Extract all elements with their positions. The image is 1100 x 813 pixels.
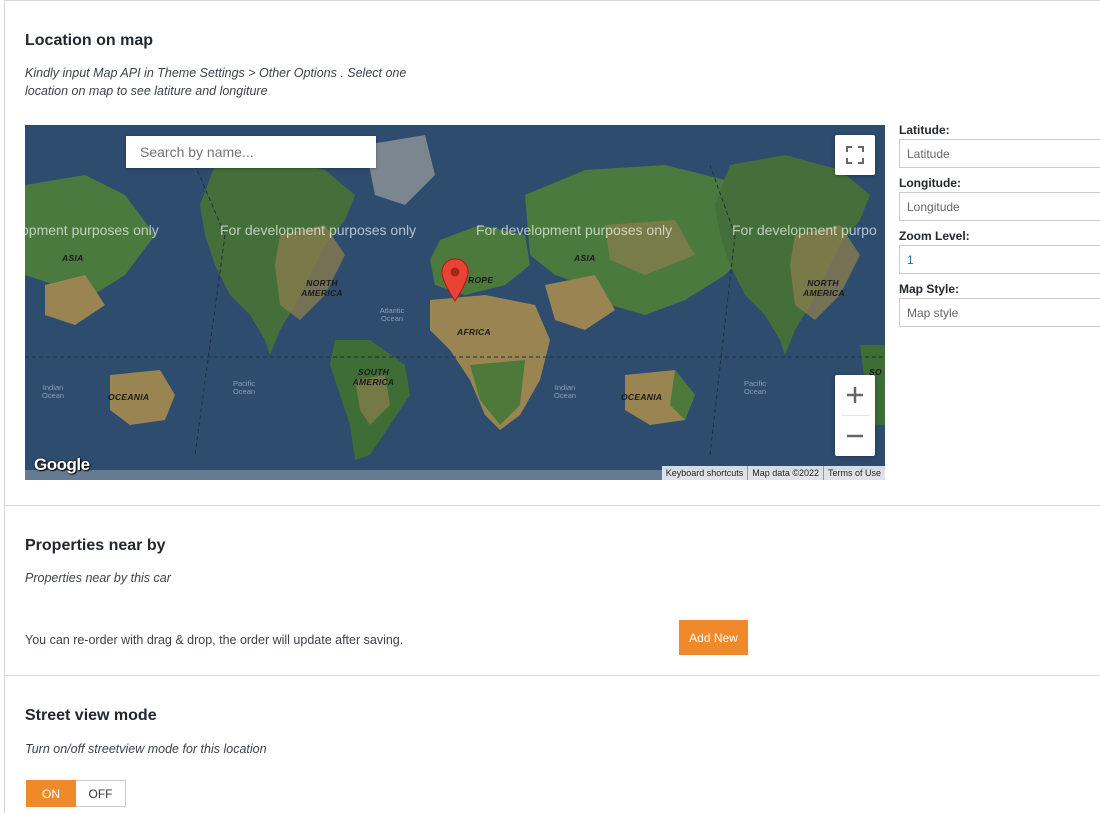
terms-link[interactable]: Terms of Use [822, 466, 885, 480]
section-title: Properties near by [25, 537, 166, 554]
fullscreen-icon [846, 146, 864, 164]
zoom-out-button[interactable] [835, 416, 875, 456]
map-data-text: Map data ©2022 [747, 466, 823, 480]
longitude-input[interactable] [899, 192, 1100, 221]
world-map-graphic [25, 125, 885, 480]
map-style-input[interactable] [899, 298, 1100, 327]
section-title: Street view mode [25, 707, 157, 724]
section-description: Turn on/off streetview mode for this loc… [25, 742, 267, 756]
minus-icon [847, 434, 863, 438]
map-label-asia: ASIA [62, 253, 84, 263]
map-label-indian: Indian Ocean [553, 383, 577, 400]
keyboard-shortcuts-link[interactable]: Keyboard shortcuts [661, 466, 748, 480]
map-label-indian: Indian Ocean [41, 383, 65, 400]
map-label-asia: ASIA [574, 253, 596, 263]
map-label-pacific: Pacific Ocean [743, 379, 767, 396]
plus-icon [847, 387, 863, 403]
section-title: Location on map [25, 32, 153, 49]
add-new-button[interactable]: Add New [679, 620, 748, 655]
map-canvas[interactable]: opment purposes only For development pur… [25, 125, 885, 480]
toggle-on-button[interactable]: ON [26, 780, 76, 807]
latitude-input[interactable] [899, 139, 1100, 168]
map-label-south-america: SOUTH AMERICA [352, 367, 395, 387]
fullscreen-button[interactable] [835, 135, 875, 175]
section-description: Properties near by this car [25, 571, 171, 585]
map-attribution: Keyboard shortcuts Map data ©2022 Terms … [661, 466, 885, 480]
map-label-africa: AFRICA [457, 327, 491, 337]
map-label-atlantic: Atlantic Ocean [379, 306, 405, 323]
zoom-controls [835, 375, 875, 456]
zoom-level-input[interactable] [899, 245, 1100, 274]
map-label-oceania: OCEANIA [108, 392, 150, 402]
map-label-pacific: Pacific Ocean [232, 379, 256, 396]
toggle-off-button[interactable]: OFF [76, 780, 126, 807]
reorder-hint: You can re-order with drag & drop, the o… [25, 633, 404, 647]
location-pin-icon[interactable] [441, 258, 469, 302]
nearby-section: Properties near by Properties near by th… [4, 505, 1100, 676]
dev-watermark: For development purposes only [220, 222, 417, 238]
google-logo[interactable]: Google [34, 455, 90, 475]
map-label-oceania: OCEANIA [621, 392, 663, 402]
street-view-section: Street view mode Turn on/off streetview … [4, 675, 1100, 813]
longitude-label: Longitude: [899, 176, 961, 190]
map-label-europe: ROPE [468, 275, 494, 285]
dev-watermark: For development purpo [732, 222, 877, 238]
map-style-label: Map Style: [899, 282, 960, 296]
dev-watermark: opment purposes only [25, 222, 159, 238]
zoom-in-button[interactable] [835, 375, 875, 415]
dev-watermark: For development purposes only [476, 222, 673, 238]
map-label-north-america: NORTH AMERICA [803, 278, 845, 298]
location-section: Location on map Kindly input Map API in … [4, 0, 1100, 506]
map-label-north-america: NORTH AMERICA [301, 278, 343, 298]
zoom-level-label: Zoom Level: [899, 229, 970, 243]
latitude-label: Latitude: [899, 123, 950, 137]
street-view-toggle: ON OFF [26, 780, 126, 807]
section-description: Kindly input Map API in Theme Settings >… [25, 66, 407, 98]
map-search-input[interactable] [126, 136, 376, 168]
